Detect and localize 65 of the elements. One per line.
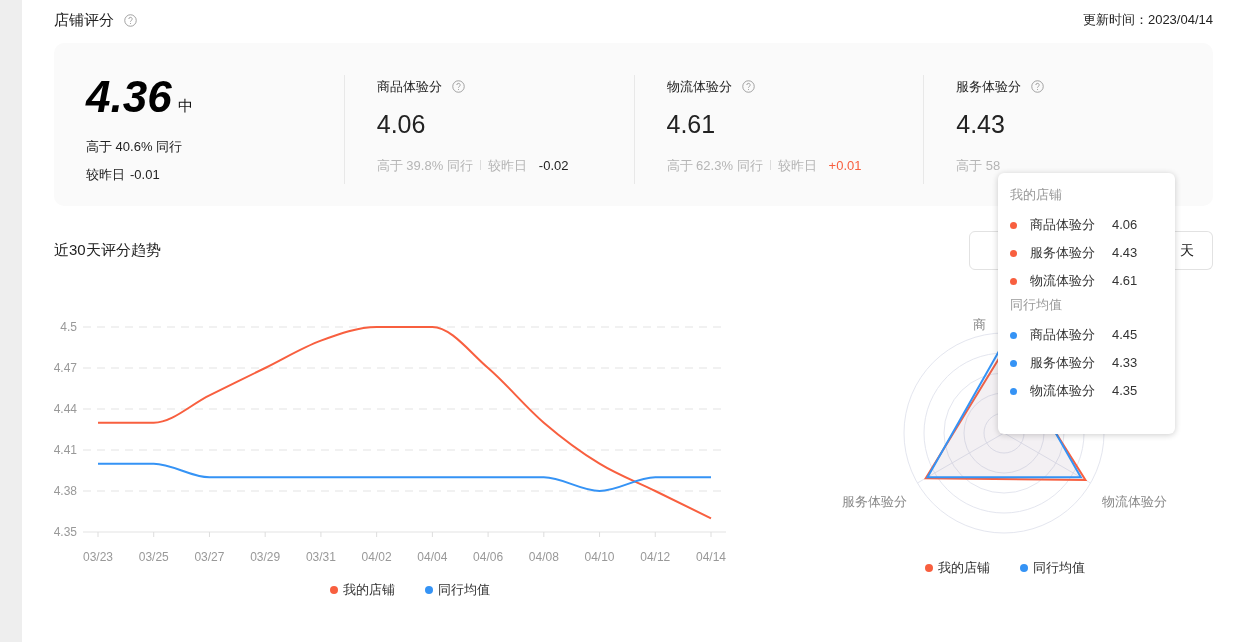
axis-label: 03/27 xyxy=(194,550,225,564)
legend-label[interactable]: 我的店铺 xyxy=(938,558,990,578)
axis-label: 商 xyxy=(972,317,986,332)
delta-value: -0.01 xyxy=(130,165,160,184)
legend-label[interactable]: 同行均值 xyxy=(1033,558,1085,578)
axis-label: 03/25 xyxy=(138,550,169,564)
tooltip-heading: 同行均值 xyxy=(1010,296,1063,314)
peer-comparison: 高于 39.8% 同行 xyxy=(376,156,473,175)
tooltip-label: 物流体验分 xyxy=(1030,272,1096,291)
metric-value: 4.43 xyxy=(956,108,1006,139)
delta-value: +0.01 xyxy=(828,156,862,175)
overall-score: 4.36 xyxy=(86,75,172,119)
tooltip-label: 商品体验分 xyxy=(1030,326,1096,345)
help-icon[interactable] xyxy=(1031,80,1045,94)
update-time: 更新时间：2023/04/14 xyxy=(1082,11,1213,30)
tooltip-value: 4.43 xyxy=(1112,244,1138,263)
delta-label: 较昨日 xyxy=(777,156,817,175)
axis-label: 03/31 xyxy=(305,550,336,564)
peer-comparison: 高于 62.3% 同行 xyxy=(666,156,763,175)
axis-label: 04/12 xyxy=(640,550,671,564)
metric-label: 服务体验分 xyxy=(956,78,1022,96)
tooltip-heading: 我的店铺 xyxy=(1010,186,1063,204)
tooltip-value: 4.33 xyxy=(1112,354,1138,373)
delta-label: 较昨日 xyxy=(487,156,527,175)
axis-label: 4.38 xyxy=(53,484,77,498)
range-tab-label: 天 xyxy=(1180,241,1194,260)
metric-value: 4.06 xyxy=(376,108,427,139)
axis-label: 4.47 xyxy=(53,361,77,375)
metric-label: 商品体验分 xyxy=(376,78,442,96)
tooltip-value: 4.45 xyxy=(1112,326,1138,345)
tooltip-label: 商品体验分 xyxy=(1030,216,1096,235)
tooltip-value: 4.06 xyxy=(1112,216,1138,235)
legend-label[interactable]: 我的店铺 xyxy=(343,580,395,600)
axis-label: 04/06 xyxy=(473,550,504,564)
tooltip-label: 服务体验分 xyxy=(1030,244,1096,263)
axis-label: 04/14 xyxy=(696,550,726,564)
axis-label: 03/23 xyxy=(83,550,113,564)
help-icon[interactable] xyxy=(451,80,465,94)
axis-label: 04/04 xyxy=(417,550,448,564)
axis-label: 服务体验分 xyxy=(842,494,907,509)
axis-label: 4.35 xyxy=(53,525,77,539)
peer-comparison: 高于 40.6% 同行 xyxy=(86,138,184,156)
axis-label: 04/10 xyxy=(584,550,615,564)
axis-label: 4.5 xyxy=(60,320,77,334)
axis-label: 03/29 xyxy=(250,550,281,564)
tooltip-value: 4.61 xyxy=(1112,272,1138,291)
tooltip-value: 4.35 xyxy=(1112,382,1138,401)
section-title: 店铺评分 xyxy=(54,9,114,30)
help-icon[interactable] xyxy=(124,13,137,27)
metric-value: 4.61 xyxy=(666,108,717,139)
legend-label[interactable]: 同行均值 xyxy=(438,580,490,600)
grade-label: 中 xyxy=(177,95,193,116)
axis-label: 04/08 xyxy=(528,550,559,564)
axis-label: 物流体验分 xyxy=(1102,494,1167,509)
peer-comparison: 高于 58 xyxy=(956,156,1001,175)
help-icon[interactable] xyxy=(741,80,755,94)
tooltip-label: 物流体验分 xyxy=(1030,382,1096,401)
delta-label: 较昨日 xyxy=(86,165,125,184)
delta-value: -0.02 xyxy=(538,156,569,175)
section-title: 近30天评分趋势 xyxy=(54,240,161,261)
axis-label: 4.44 xyxy=(53,402,77,416)
axis-label: 4.41 xyxy=(53,443,77,457)
metric-label: 物流体验分 xyxy=(666,78,732,96)
tooltip-label: 服务体验分 xyxy=(1030,354,1096,373)
axis-label: 04/02 xyxy=(361,550,392,564)
